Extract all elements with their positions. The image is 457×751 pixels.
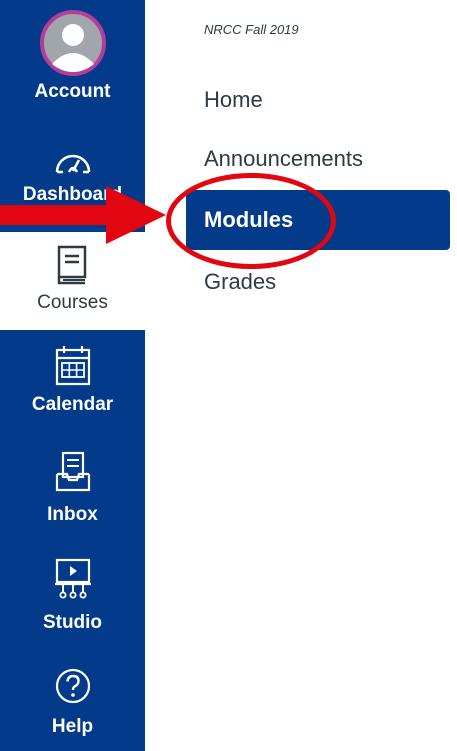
nav-item-calendar[interactable]: Calendar [0,336,145,436]
nav-item-studio[interactable]: Studio [0,554,145,654]
nav-item-inbox[interactable]: Inbox [0,446,145,546]
annotation-arrow-icon [0,186,166,244]
nav-item-help[interactable]: Help [0,662,145,751]
nav-label-help: Help [51,716,94,737]
nav-label-account: Account [34,81,111,102]
nav-label-calendar: Calendar [31,394,114,415]
help-icon [55,668,90,704]
avatar-icon [39,10,106,76]
nav-item-account[interactable]: Account [0,0,145,128]
inbox-icon [55,451,90,492]
global-nav: Account Dashboard Courses Calendar Inbox… [0,0,145,751]
nav-label-studio: Studio [42,612,103,633]
annotation-circle [166,173,336,269]
course-link-announcements[interactable]: Announcements [204,146,363,172]
studio-icon [54,558,91,599]
nav-label-courses: Courses [37,292,108,313]
speedometer-icon [55,154,90,174]
calendar-icon [55,346,90,386]
nav-label-inbox: Inbox [47,504,98,525]
course-link-home[interactable]: Home [204,87,263,113]
course-title: NRCC Fall 2019 [204,22,299,37]
course-link-grades[interactable]: Grades [204,269,276,295]
